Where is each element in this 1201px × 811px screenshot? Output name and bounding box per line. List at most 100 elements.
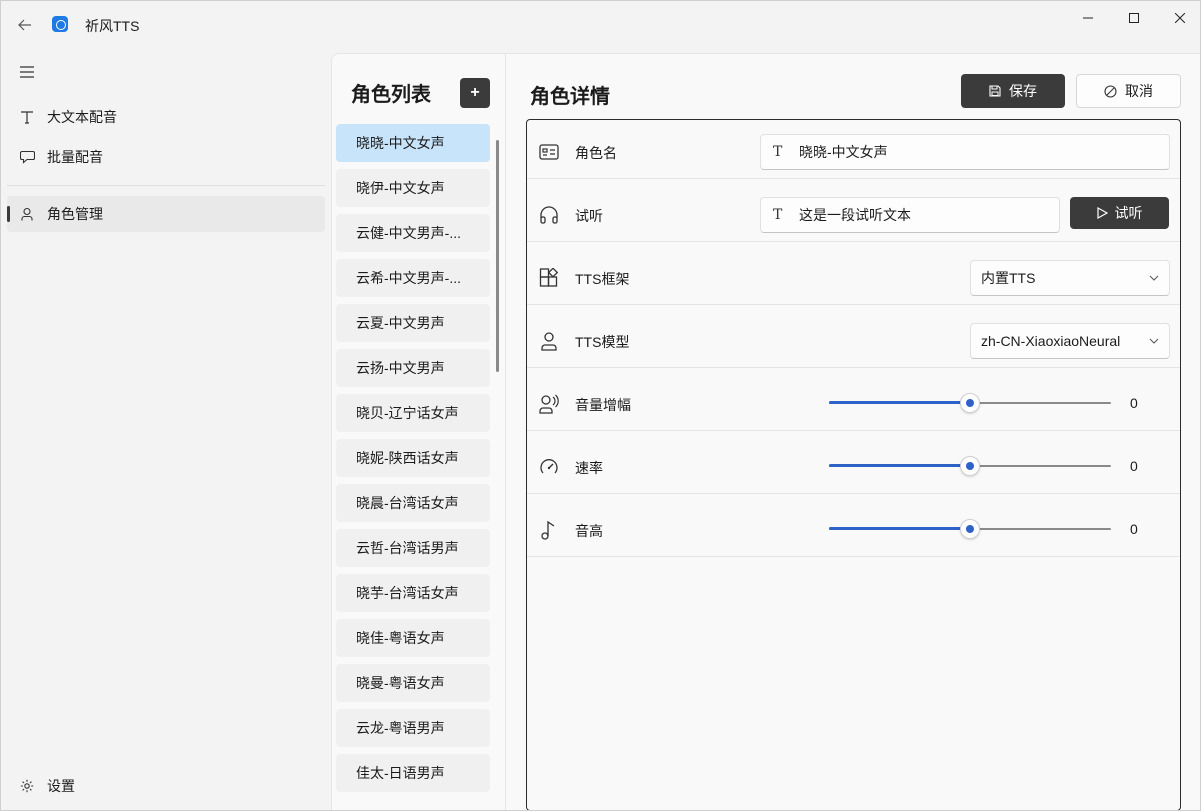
- role-list: 晓晓-中文女声 晓伊-中文女声 云健-中文男声-... 云希-中文男声-... 云夏-中…: [336, 124, 490, 799]
- content-area: 角色列表 + 晓晓-中文女声 晓伊-中文女声 云健-中文男声-... 云希-中文男声-…: [331, 53, 1200, 810]
- role-detail-panel: 角色名 T 晓晓-中文女声 试听 T 这是一段试听文本 试听 TTS框架 内置T…: [526, 119, 1181, 810]
- cancel-button[interactable]: 取消: [1076, 74, 1181, 108]
- hamburger-icon: [20, 66, 34, 78]
- nav-divider: [7, 185, 325, 186]
- tts-framework-value: 内置TTS: [981, 270, 1036, 286]
- add-role-button[interactable]: +: [460, 78, 490, 108]
- slider-thumb[interactable]: [960, 393, 980, 413]
- pitch-value: 0: [1130, 521, 1138, 537]
- text-icon: [19, 109, 35, 125]
- nav-menu-button[interactable]: [13, 59, 41, 85]
- app-logo-icon: [52, 16, 68, 32]
- role-list-panel: 角色列表 + 晓晓-中文女声 晓伊-中文女声 云健-中文男声-... 云希-中文男声-…: [332, 54, 506, 810]
- role-name-input[interactable]: T 晓晓-中文女声: [760, 134, 1170, 170]
- preview-play-button[interactable]: 试听: [1070, 197, 1169, 229]
- role-list-item[interactable]: 晓曼-粤语女声: [336, 664, 490, 702]
- id-card-icon: [539, 144, 559, 160]
- role-list-item[interactable]: 云扬-中文男声: [336, 349, 490, 387]
- pitch-slider[interactable]: [829, 519, 1111, 539]
- preview-label: 试听: [575, 208, 603, 224]
- pitch-label: 音高: [575, 523, 603, 539]
- role-list-item[interactable]: 晓晨-台湾话女声: [336, 484, 490, 522]
- slider-fill: [829, 527, 970, 530]
- slider-thumb[interactable]: [960, 456, 980, 476]
- role-list-item[interactable]: 晓晓-中文女声: [336, 124, 490, 162]
- role-list-item[interactable]: 晓妮-陕西话女声: [336, 439, 490, 477]
- minimize-button[interactable]: [1065, 1, 1111, 35]
- tts-framework-row: TTS框架 内置TTS: [527, 250, 1180, 305]
- role-list-item[interactable]: 晓伊-中文女声: [336, 169, 490, 207]
- text-icon: T: [773, 144, 783, 160]
- role-list-scrollbar[interactable]: [496, 140, 499, 372]
- cancel-icon: [1104, 84, 1117, 98]
- slider-fill: [829, 401, 970, 404]
- tts-model-label: TTS模型: [575, 334, 630, 350]
- tts-model-select[interactable]: zh-CN-XiaoxiaoNeural: [970, 323, 1170, 359]
- role-list-item[interactable]: 佳太-日语男声: [336, 754, 490, 792]
- preview-row: 试听 T 这是一段试听文本 试听: [527, 187, 1180, 242]
- chevron-down-icon: [1149, 275, 1159, 281]
- nav-item-long-text-dubbing[interactable]: 大文本配音: [7, 99, 325, 135]
- role-name-value: 晓晓-中文女声: [799, 144, 888, 160]
- person-icon: [19, 206, 35, 222]
- app-title: 祈风TTS: [85, 18, 140, 34]
- role-list-item[interactable]: 云哲-台湾话男声: [336, 529, 490, 567]
- nav-item-settings[interactable]: 设置: [7, 768, 325, 804]
- rate-label: 速率: [575, 460, 603, 476]
- gear-icon: [19, 778, 35, 794]
- apps-icon: [539, 268, 559, 287]
- headphones-icon: [540, 206, 558, 224]
- rate-row: 速率 0: [527, 439, 1180, 494]
- tts-model-row: TTS模型 zh-CN-XiaoxiaoNeural: [527, 313, 1180, 368]
- volume-row: 音量增幅 0: [527, 376, 1180, 431]
- close-button[interactable]: [1157, 1, 1200, 35]
- person-icon: [541, 332, 557, 351]
- maximize-button[interactable]: [1111, 1, 1157, 35]
- app-window: 祈风TTS 大文本配音 批量配音 角色管理 设置 角色列表 + 晓晓-中文女声 …: [0, 0, 1201, 811]
- nav-item-batch-dubbing[interactable]: 批量配音: [7, 139, 325, 175]
- role-name-row: 角色名 T 晓晓-中文女声: [527, 124, 1180, 179]
- save-button-label: 保存: [1009, 83, 1037, 99]
- minimize-icon: [1083, 17, 1093, 19]
- role-list-item[interactable]: 云夏-中文男声: [336, 304, 490, 342]
- role-list-item[interactable]: 晓佳-粤语女声: [336, 619, 490, 657]
- close-icon: [1175, 13, 1185, 23]
- tts-model-value: zh-CN-XiaoxiaoNeural: [981, 333, 1121, 349]
- preview-text-input[interactable]: T 这是一段试听文本: [760, 197, 1060, 233]
- save-icon: [989, 85, 1001, 97]
- role-list-item[interactable]: 晓芋-台湾话女声: [336, 574, 490, 612]
- tts-framework-label: TTS框架: [575, 271, 630, 287]
- rate-slider[interactable]: [829, 456, 1111, 476]
- speedometer-icon: [540, 459, 558, 474]
- chevron-down-icon: [1149, 338, 1159, 344]
- volume-slider[interactable]: [829, 393, 1111, 413]
- maximize-icon: [1129, 13, 1139, 23]
- rate-value: 0: [1130, 458, 1138, 474]
- tts-framework-select[interactable]: 内置TTS: [970, 260, 1170, 296]
- cancel-button-label: 取消: [1125, 83, 1153, 99]
- back-button[interactable]: [9, 11, 41, 39]
- role-list-title: 角色列表: [351, 84, 431, 106]
- nav-item-label: 批量配音: [47, 149, 103, 165]
- role-list-item[interactable]: 云健-中文男声-...: [336, 214, 490, 252]
- slider-thumb[interactable]: [960, 519, 980, 539]
- role-name-label: 角色名: [575, 145, 617, 161]
- voice-volume-icon: [539, 394, 559, 414]
- save-button[interactable]: 保存: [961, 74, 1065, 108]
- role-list-item[interactable]: 云龙-粤语男声: [336, 709, 490, 747]
- preview-text-value: 这是一段试听文本: [799, 207, 911, 223]
- role-list-item[interactable]: 云希-中文男声-...: [336, 259, 490, 297]
- role-list-item[interactable]: 晓贝-辽宁话女声: [336, 394, 490, 432]
- nav-item-label: 角色管理: [47, 206, 103, 222]
- text-icon: T: [773, 207, 783, 223]
- slider-fill: [829, 464, 970, 467]
- preview-play-label: 试听: [1114, 205, 1143, 221]
- detail-title: 角色详情: [530, 86, 610, 108]
- volume-label: 音量增幅: [575, 397, 631, 413]
- title-bar: 祈风TTS: [1, 1, 1200, 49]
- nav-item-label: 大文本配音: [47, 109, 117, 125]
- pitch-row: 音高 0: [527, 502, 1180, 557]
- volume-value: 0: [1130, 395, 1138, 411]
- chat-bubble-icon: [19, 149, 35, 165]
- nav-item-role-management[interactable]: 角色管理: [7, 196, 325, 232]
